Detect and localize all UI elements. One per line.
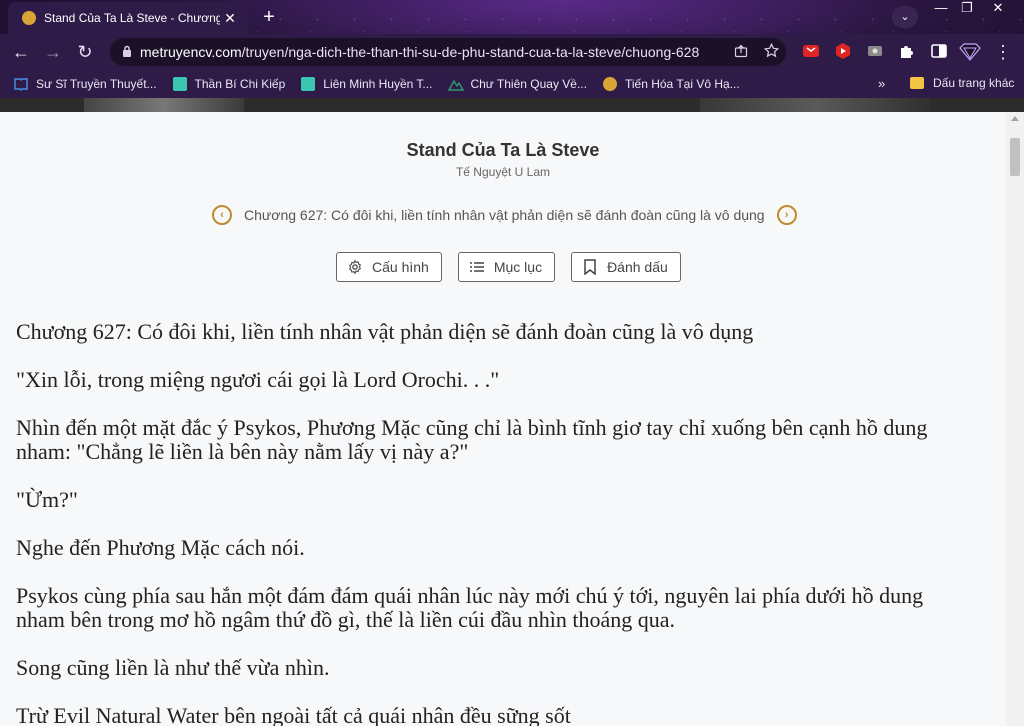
bookmark-item-3[interactable]: Liên Minh Huyền T...	[301, 77, 432, 91]
bookmark-label: Liên Minh Huyền T...	[323, 77, 433, 91]
bookmark-label: Chư Thiên Quay Về...	[470, 77, 587, 91]
browser-toolbar: ← → ↻ metruyencv.com/truyen/nga-dich-the…	[0, 34, 1024, 70]
forward-button[interactable]: →	[42, 41, 64, 63]
share-icon[interactable]	[726, 44, 756, 61]
page-scrollbar[interactable]	[1006, 112, 1024, 726]
bookmark-item-2[interactable]: Thần Bí Chi Kiếp	[172, 77, 286, 91]
address-bar[interactable]: metruyencv.com/truyen/nga-dich-the-than-…	[110, 38, 786, 66]
other-bookmarks-label: Dấu trang khác	[933, 76, 1015, 90]
tab-search-button[interactable]: ⌄	[892, 6, 918, 28]
site-favicon-icon	[22, 11, 36, 25]
tab-close-icon[interactable]: ✕	[220, 10, 240, 27]
paragraph: Song cũng liền là như thế vừa nhìn.	[16, 655, 330, 680]
bookmark-icon	[582, 259, 598, 275]
scroll-up-icon[interactable]	[1011, 116, 1019, 121]
paragraph: Psykos cùng phía sau hắn một đám đám quá…	[16, 583, 924, 632]
list-icon	[469, 259, 485, 275]
bookmark-favicon-icon	[172, 77, 187, 91]
settings-label: Cấu hình	[372, 259, 429, 275]
bookmark-label: Đánh dấu	[607, 259, 668, 275]
chapter-navigation: ‹ Chương 627: Có đôi khi, liền tính nhân…	[212, 205, 797, 225]
bookmark-item-4[interactable]: Chư Thiên Quay Về...	[448, 77, 587, 91]
browser-chrome: Stand Của Ta Là Steve - Chương 6 ✕ + ⌄ —…	[0, 0, 1024, 112]
paragraph: Nghe đến Phương Mặc cách nói.	[16, 535, 305, 560]
site-banner-image	[0, 98, 1024, 112]
bookmark-favicon-icon	[602, 77, 617, 91]
side-panel-icon[interactable]	[930, 42, 948, 60]
toc-button[interactable]: Mục lục	[457, 252, 556, 282]
paragraph: "Xin lỗi, trong miệng ngươi cái gọi là L…	[16, 367, 500, 392]
bookmark-label: Thần Bí Chi Kiếp	[194, 77, 286, 91]
toc-label: Mục lục	[493, 259, 543, 275]
bookmark-item-1[interactable]: Sư Sĩ Truyền Thuyết...	[14, 77, 157, 91]
reader-actions: Cấu hình Mục lục Đánh dấu	[336, 252, 697, 282]
extensions-puzzle-icon[interactable]	[898, 42, 916, 60]
youtube-extension-icon[interactable]	[834, 42, 852, 60]
restore-button[interactable]: ❐	[956, 0, 978, 18]
extension-gray-icon[interactable]	[866, 42, 884, 60]
paragraph: Trừ Evil Natural Water bên ngoài tất cả …	[16, 703, 571, 726]
scrollbar-thumb[interactable]	[1010, 138, 1020, 176]
chapter-heading: Chương 627: Có đôi khi, liền tính nhân v…	[16, 319, 754, 344]
back-button[interactable]: ←	[10, 41, 32, 63]
chapter-nav-title: Chương 627: Có đôi khi, liền tính nhân v…	[244, 207, 765, 223]
mountain-icon	[448, 77, 465, 91]
tab-strip: Stand Của Ta Là Steve - Chương 6 ✕ + ⌄ —…	[0, 0, 1024, 34]
book-icon	[14, 77, 28, 91]
paragraph: "Ừm?"	[16, 487, 78, 512]
close-window-button[interactable]: ✕	[986, 0, 1010, 18]
bookmarks-bar: Sư Sĩ Truyền Thuyết... Thần Bí Chi Kiếp …	[0, 70, 1024, 98]
profile-avatar-icon[interactable]	[958, 42, 982, 61]
lock-icon	[122, 45, 132, 60]
folder-icon	[910, 77, 924, 89]
bookmark-button[interactable]: Đánh dấu	[571, 252, 681, 282]
active-tab[interactable]: Stand Của Ta Là Steve - Chương 6 ✕	[8, 2, 248, 34]
reader-page: Stand Của Ta Là Steve Tế Nguyệt U Lam ‹ …	[0, 112, 1006, 726]
star-icon[interactable]	[756, 42, 786, 61]
prev-chapter-icon[interactable]: ‹	[212, 205, 232, 225]
bookmark-label: Tiến Hóa Tại Vô Hạ...	[624, 77, 740, 91]
reload-button[interactable]: ↻	[74, 41, 96, 63]
settings-button[interactable]: Cấu hình	[336, 252, 442, 282]
url-domain: metruyencv.com	[140, 44, 242, 60]
url-path: /truyen/nga-dich-the-than-thi-su-de-phu-…	[241, 44, 700, 60]
extension-red-icon[interactable]	[802, 42, 820, 60]
minimize-button[interactable]: —	[930, 0, 952, 18]
tab-title: Stand Của Ta Là Steve - Chương 6	[44, 11, 220, 25]
browser-menu-button[interactable]: ⋮	[992, 41, 1014, 63]
bookmark-favicon-icon	[301, 77, 316, 91]
bookmark-label: Sư Sĩ Truyền Thuyết...	[36, 77, 157, 91]
author-name[interactable]: Tế Nguyệt U Lam	[0, 165, 1006, 179]
bookmark-item-5[interactable]: Tiến Hóa Tại Vô Hạ...	[602, 77, 740, 91]
bookmarks-overflow-button[interactable]: »	[878, 76, 885, 91]
new-tab-button[interactable]: +	[258, 7, 280, 29]
next-chapter-icon[interactable]: ›	[776, 205, 797, 225]
url-text[interactable]: metruyencv.com/truyen/nga-dich-the-than-…	[140, 44, 726, 60]
paragraph: Nhìn đến một mặt đắc ý Psykos, Phương Mặ…	[16, 415, 928, 464]
other-bookmarks-folder[interactable]: Dấu trang khác	[910, 76, 1014, 90]
story-title[interactable]: Stand Của Ta Là Steve	[0, 140, 1006, 161]
chapter-content: Chương 627: Có đôi khi, liền tính nhân v…	[16, 320, 976, 726]
gear-icon	[347, 259, 363, 275]
